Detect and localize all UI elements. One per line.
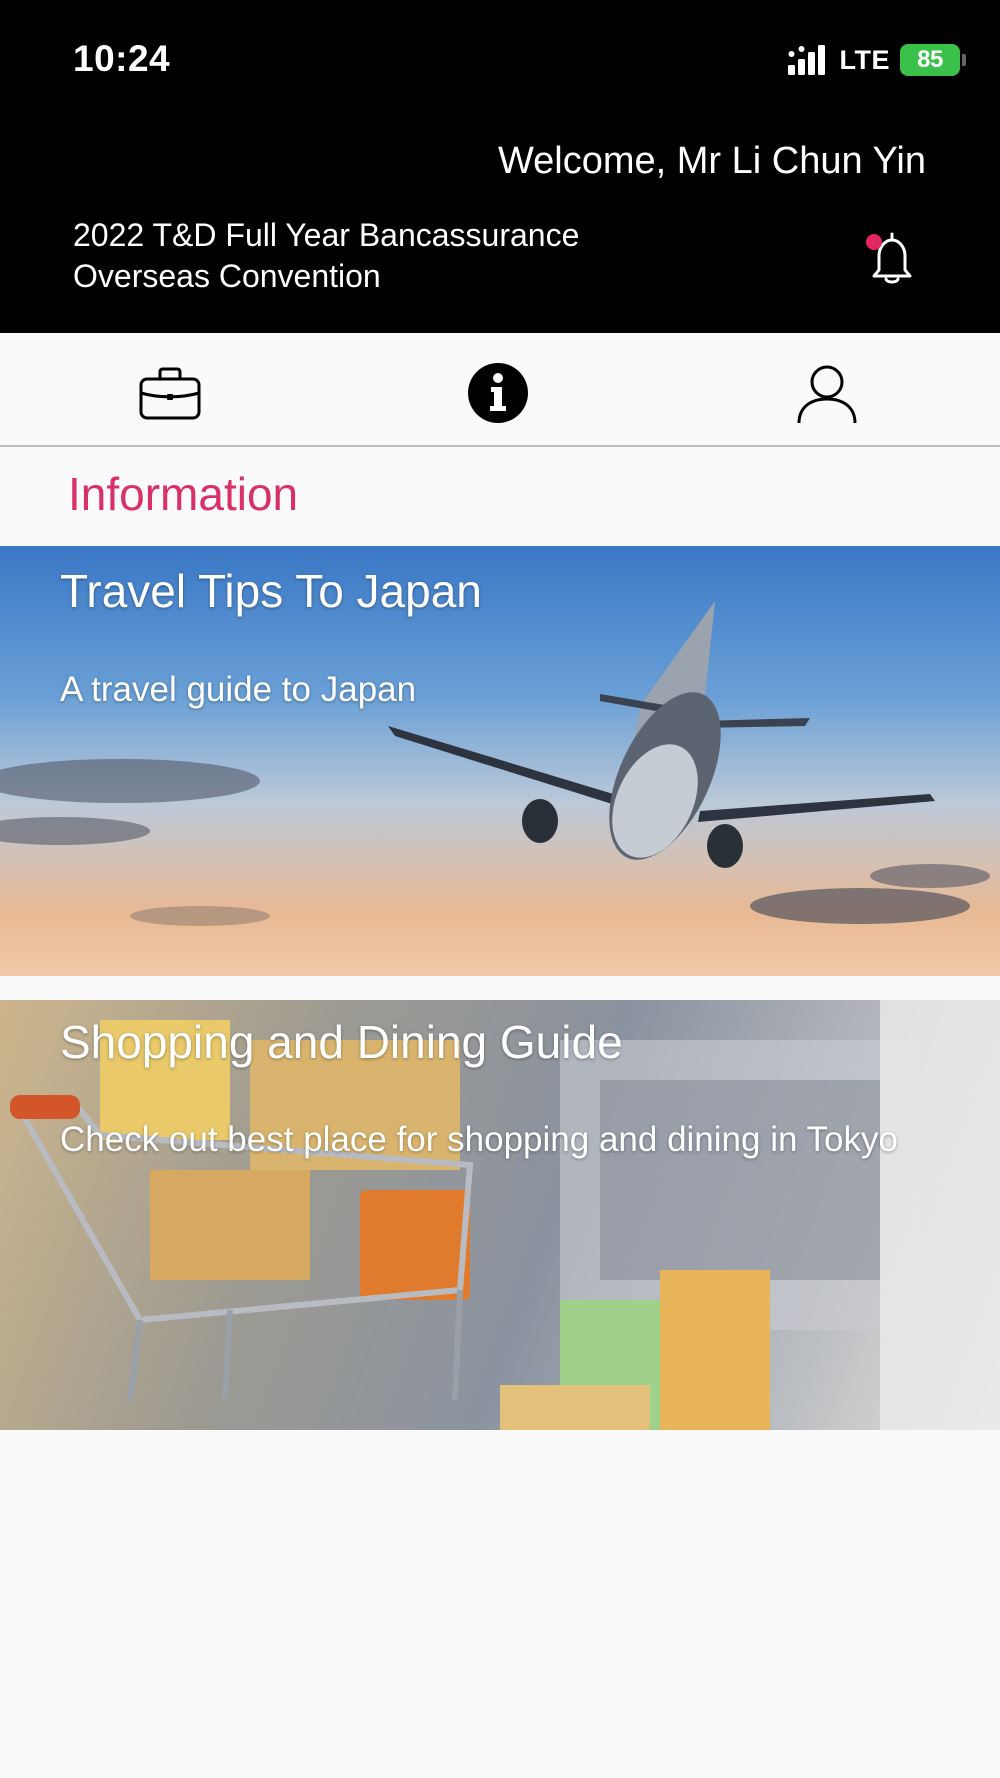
battery-charging-icon: 85 [900, 44, 966, 76]
notification-button[interactable] [866, 230, 918, 286]
tab-briefcase[interactable] [130, 353, 210, 433]
card-description: Check out best place for shopping and di… [60, 1120, 898, 1159]
network-type: LTE [839, 44, 890, 75]
card-description: A travel guide to Japan [60, 670, 417, 709]
card-title: Shopping and Dining Guide [60, 1016, 623, 1068]
welcome-message: Welcome, Mr Li Chun Yin [497, 140, 926, 182]
card-shopping-dining[interactable]: Shopping and Dining Guide Check out best… [0, 1000, 1000, 1430]
tab-information[interactable] [458, 353, 538, 433]
info-icon [468, 363, 528, 423]
signal-icon [787, 45, 825, 75]
status-indicators: LTE 85 [786, 42, 966, 78]
briefcase-icon [139, 367, 201, 420]
unread-dot [866, 234, 882, 250]
battery-level: 85 [917, 46, 943, 73]
tab-bar [0, 333, 1000, 447]
person-icon [797, 365, 857, 424]
app-header: 10:24 LTE 85 Welcome, Mr Li Chun Yin 202… [0, 0, 1000, 333]
status-time: 10:24 [73, 38, 171, 79]
card-travel-tips[interactable]: Travel Tips To Japan A travel guide to J… [0, 546, 1000, 976]
tab-profile[interactable] [787, 353, 867, 433]
section-title: Information [68, 468, 299, 520]
card-title: Travel Tips To Japan [60, 565, 482, 617]
event-title: 2022 T&D Full Year Bancassurance Oversea… [73, 217, 580, 294]
